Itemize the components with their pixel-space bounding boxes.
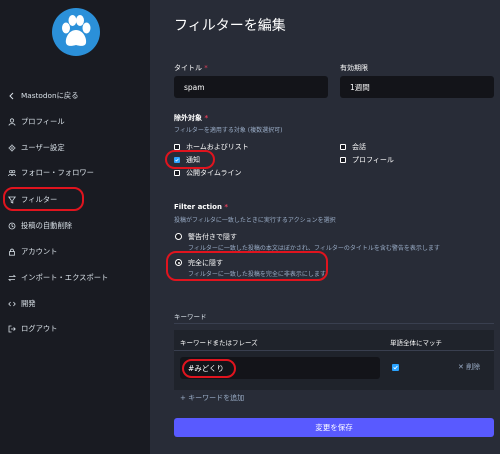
keyword-whole-word-header: 単語全体にマッチ bbox=[390, 339, 442, 347]
add-keyword-button[interactable]: + キーワードを追加 bbox=[180, 393, 244, 403]
sidebar-item-profile[interactable]: プロフィール bbox=[7, 115, 65, 129]
sidebar-item-label: フィルター bbox=[21, 195, 58, 204]
sidebar-item-preferences[interactable]: ユーザー設定 bbox=[7, 141, 65, 155]
keyword-whole-word-checkbox[interactable] bbox=[392, 364, 399, 371]
keywords-header-divider bbox=[174, 350, 494, 351]
action-label: Filter action * bbox=[174, 203, 229, 211]
sidebar-item-label: ユーザー設定 bbox=[21, 143, 65, 152]
filter-icon bbox=[7, 195, 17, 205]
context-notifications-label: 通知 bbox=[186, 156, 200, 164]
context-hint: フィルターを適用する対象 (複数選択可) bbox=[174, 127, 283, 134]
sidebar-item-label: プロフィール bbox=[21, 117, 65, 126]
sidebar-item-label: 開発 bbox=[21, 299, 36, 308]
sidebar-item-statuses-cleanup[interactable]: 投稿の自動削除 bbox=[7, 219, 72, 233]
checkmark-icon bbox=[393, 365, 398, 370]
sidebar-item-logout[interactable]: ログアウト bbox=[7, 322, 57, 336]
close-icon: ✕ bbox=[458, 363, 464, 371]
keyword-phrase-header: キーワードまたはフレーズ bbox=[180, 339, 258, 347]
keyword-delete-button[interactable]: ✕ 削除 bbox=[458, 362, 480, 372]
users-icon bbox=[7, 168, 17, 178]
context-account-label: プロフィール bbox=[352, 156, 394, 164]
gear-icon bbox=[7, 143, 17, 153]
sidebar-item-label: ログアウト bbox=[21, 324, 58, 333]
chevron-left-icon bbox=[7, 91, 17, 101]
keyword-input[interactable]: #みどくり bbox=[180, 357, 380, 379]
action-hint: 投稿がフィルタに一致したときに実行するアクションを選択 bbox=[174, 217, 336, 224]
logout-icon bbox=[7, 324, 17, 334]
context-home-label: ホームおよびリスト bbox=[186, 143, 249, 151]
page-title: フィルターを編集 bbox=[174, 18, 286, 34]
sidebar-item-back[interactable]: Mastodonに戻る bbox=[7, 89, 79, 103]
context-account-checkbox[interactable] bbox=[340, 157, 346, 163]
sidebar-item-account[interactable]: アカウント bbox=[7, 245, 57, 259]
context-thread-checkbox[interactable] bbox=[340, 144, 346, 150]
action-hide-radio[interactable] bbox=[175, 259, 182, 266]
title-label: タイトル * bbox=[174, 64, 208, 72]
plus-icon: + bbox=[180, 394, 186, 402]
expires-label: 有効期限 bbox=[340, 64, 368, 72]
sidebar: Mastodonに戻る プロフィール ユーザー設定 フォロー・フォロワー フィル… bbox=[0, 0, 150, 454]
keywords-section-title: キーワード bbox=[174, 313, 207, 321]
save-button[interactable]: 変更を保存 bbox=[174, 418, 494, 437]
action-warn-label: 警告付きで隠す bbox=[188, 233, 237, 241]
checkmark-icon bbox=[175, 158, 179, 162]
context-thread-label: 会話 bbox=[352, 143, 366, 151]
sidebar-item-relationships[interactable]: フォロー・フォロワー bbox=[7, 166, 94, 180]
expires-select[interactable]: 1週間 bbox=[340, 76, 494, 98]
sidebar-item-label: アカウント bbox=[21, 247, 58, 256]
exchange-icon bbox=[7, 273, 17, 283]
sidebar-item-label: 投稿の自動削除 bbox=[21, 221, 73, 230]
context-label: 除外対象 * bbox=[174, 114, 209, 122]
sidebar-item-development[interactable]: 開発 bbox=[7, 297, 36, 311]
title-input[interactable]: spam bbox=[174, 76, 328, 98]
action-hide-label: 完全に隠す bbox=[188, 259, 223, 267]
sidebar-item-filters[interactable]: フィルター bbox=[7, 193, 57, 207]
sidebar-item-label: フォロー・フォロワー bbox=[21, 168, 94, 177]
sidebar-item-label: Mastodonに戻る bbox=[21, 91, 79, 100]
code-icon bbox=[7, 299, 17, 309]
lock-icon bbox=[7, 247, 17, 257]
person-icon bbox=[7, 117, 17, 127]
action-hide-hint: フィルターに一致した投稿を完全に非表示にします bbox=[188, 271, 326, 278]
context-notifications-checkbox[interactable] bbox=[174, 157, 180, 163]
action-warn-radio[interactable] bbox=[175, 233, 182, 240]
history-icon bbox=[7, 221, 17, 231]
keywords-divider bbox=[174, 323, 494, 324]
context-home-checkbox[interactable] bbox=[174, 144, 180, 150]
context-public-checkbox[interactable] bbox=[174, 170, 180, 176]
action-warn-hint: フィルターに一致した投稿の本文はぼかされ、フィルターのタイトルを含む警告を表示し… bbox=[188, 245, 440, 252]
sidebar-item-label: インポート・エクスポート bbox=[21, 273, 109, 282]
sidebar-item-import-export[interactable]: インポート・エクスポート bbox=[7, 271, 108, 285]
mastodon-paw-logo[interactable] bbox=[52, 8, 100, 56]
context-public-label: 公開タイムライン bbox=[186, 169, 242, 177]
